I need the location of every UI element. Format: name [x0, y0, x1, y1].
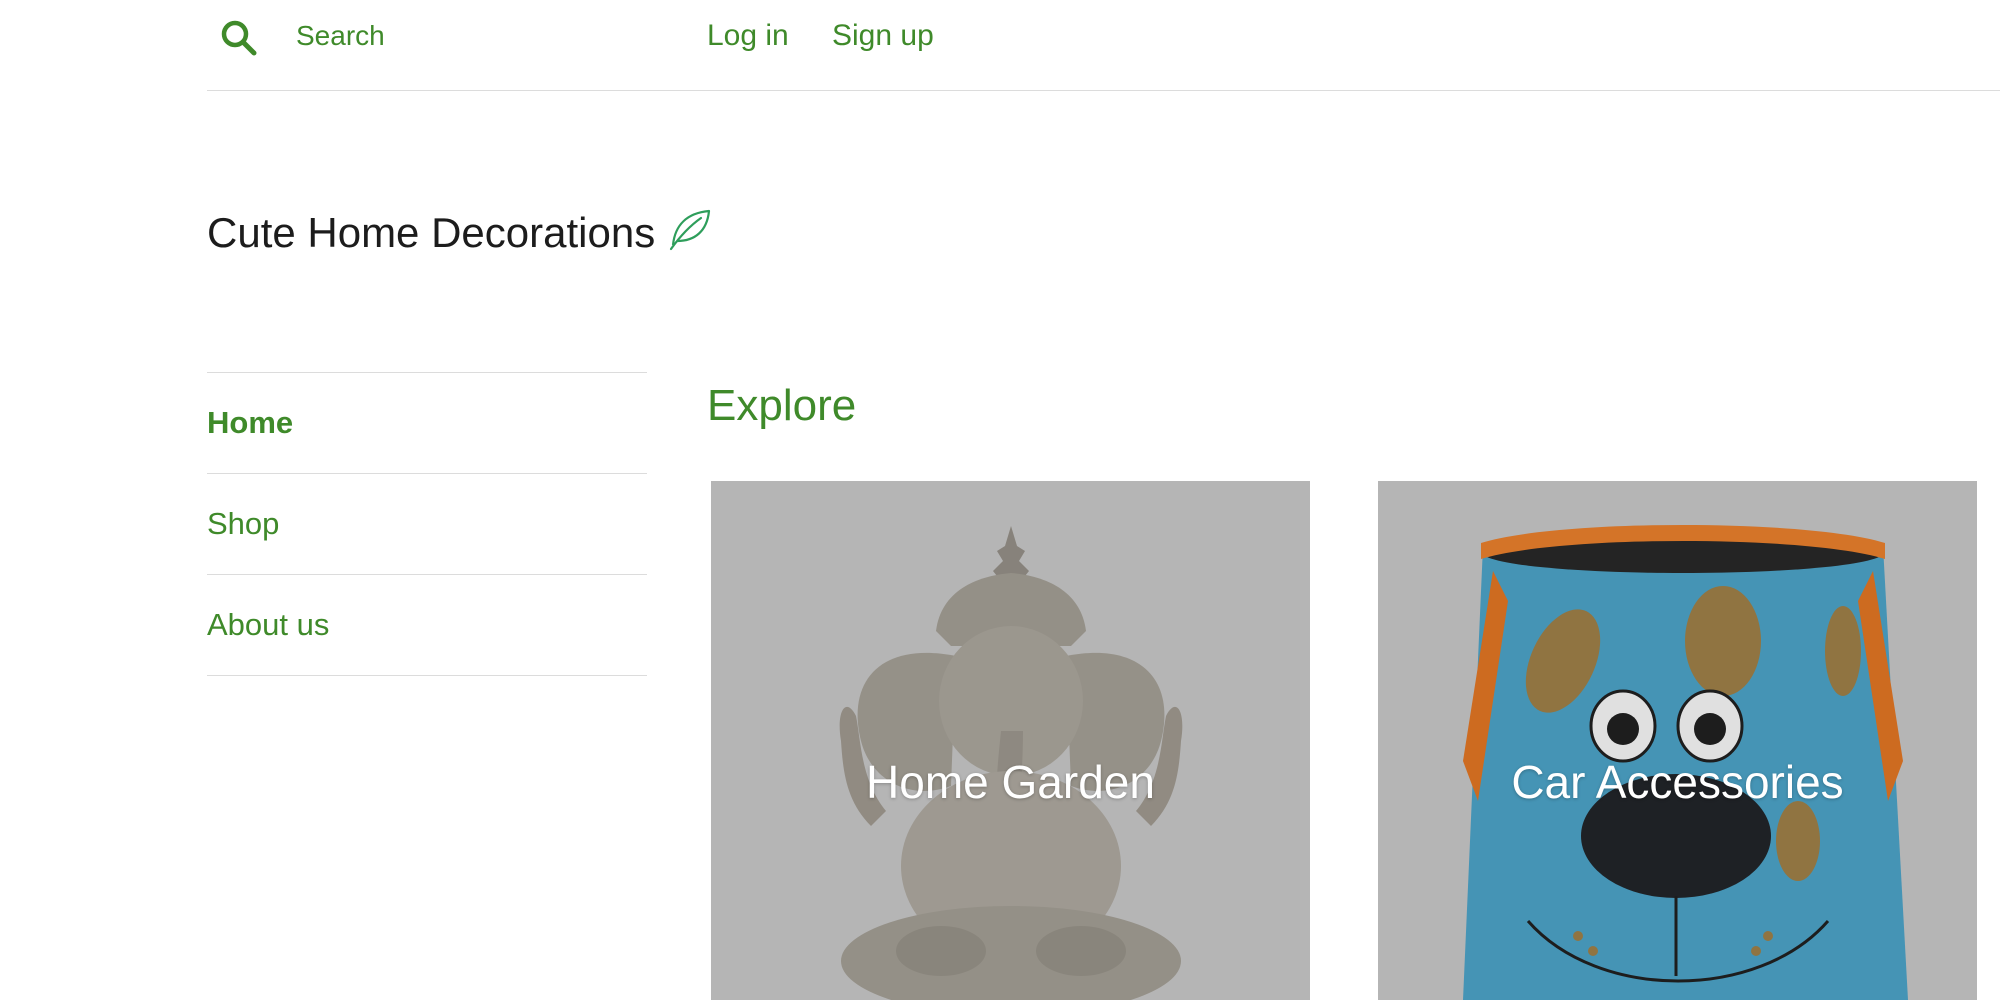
category-label[interactable]: Home Garden [711, 754, 1310, 810]
sidebar-nav: Home Shop About us [207, 372, 647, 676]
nav-item-home[interactable]: Home [207, 373, 647, 474]
brand[interactable]: Cute Home Decorations [207, 205, 713, 261]
card-overlay [711, 481, 1310, 1000]
search-icon[interactable] [219, 18, 259, 58]
nav-item-shop[interactable]: Shop [207, 474, 647, 575]
page: Search Log in Sign up Cute Home Decorati… [0, 0, 2000, 1000]
leaf-icon [670, 209, 711, 251]
search-link[interactable]: Search [296, 18, 385, 54]
login-link[interactable]: Log in [707, 17, 789, 55]
site-title[interactable]: Cute Home Decorations [207, 205, 655, 261]
category-card-car-accessories[interactable]: Car Accessories [1378, 481, 1977, 1000]
signup-link[interactable]: Sign up [832, 17, 934, 55]
category-label[interactable]: Car Accessories [1378, 754, 1977, 810]
nav-item-about-us[interactable]: About us [207, 575, 647, 676]
card-overlay [1378, 481, 1977, 1000]
explore-heading: Explore [707, 381, 857, 430]
top-bar: Search Log in Sign up [207, 0, 2000, 91]
category-card-home-garden[interactable]: Home Garden [711, 481, 1310, 1000]
